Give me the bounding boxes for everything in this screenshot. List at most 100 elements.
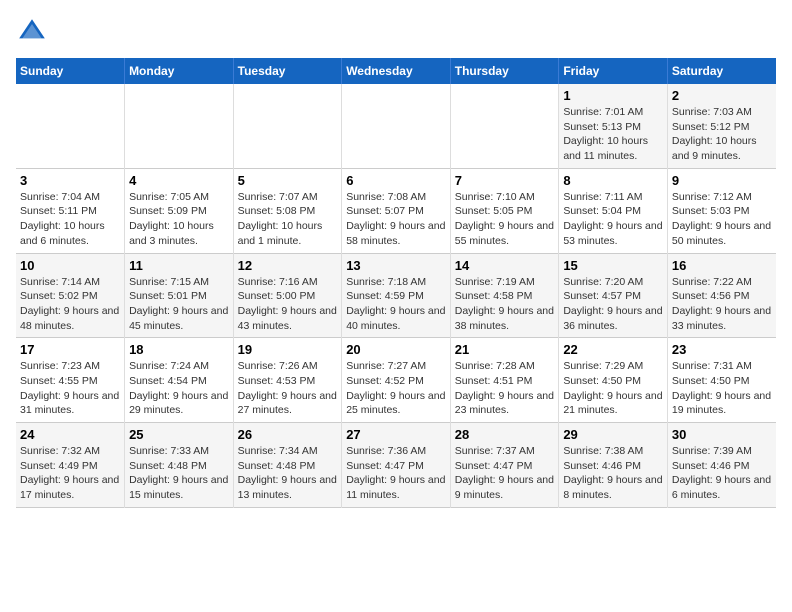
calendar-cell: 25 Sunrise: 7:33 AM Sunset: 4:48 PM Dayli…	[125, 423, 234, 508]
logo-icon	[16, 16, 48, 48]
calendar-cell: 24 Sunrise: 7:32 AM Sunset: 4:49 PM Dayli…	[16, 423, 125, 508]
calendar-cell: 29 Sunrise: 7:38 AM Sunset: 4:46 PM Dayli…	[559, 423, 668, 508]
calendar-cell: 19 Sunrise: 7:26 AM Sunset: 4:53 PM Dayli…	[233, 338, 342, 423]
day-number: 23	[672, 342, 772, 357]
day-number: 1	[563, 88, 663, 103]
calendar-cell: 20 Sunrise: 7:27 AM Sunset: 4:52 PM Dayli…	[342, 338, 451, 423]
calendar-cell: 8Sunrise: 7:11 AM Sunset: 5:04 PM Daylig…	[559, 168, 668, 253]
day-number: 3	[20, 173, 120, 188]
weekday-header: Thursday	[450, 58, 559, 84]
calendar-cell: 17 Sunrise: 7:23 AM Sunset: 4:55 PM Dayli…	[16, 338, 125, 423]
day-number: 17	[20, 342, 120, 357]
calendar-cell: 18 Sunrise: 7:24 AM Sunset: 4:54 PM Dayli…	[125, 338, 234, 423]
calendar-cell	[450, 84, 559, 168]
day-number: 29	[563, 427, 663, 442]
day-info: Sunrise: 7:15 AM Sunset: 5:01 PM Dayligh…	[129, 275, 229, 334]
calendar-week-row: 10 Sunrise: 7:14 AM Sunset: 5:02 PM Dayli…	[16, 253, 776, 338]
day-info: Sunrise: 7:34 AM Sunset: 4:48 PM Dayligh…	[238, 444, 338, 503]
calendar-cell: 14Sunrise: 7:19 AM Sunset: 4:58 PM Dayli…	[450, 253, 559, 338]
day-number: 11	[129, 258, 229, 273]
weekday-header: Friday	[559, 58, 668, 84]
day-info: Sunrise: 7:23 AM Sunset: 4:55 PM Dayligh…	[20, 359, 120, 418]
calendar-cell: 10 Sunrise: 7:14 AM Sunset: 5:02 PM Dayli…	[16, 253, 125, 338]
calendar-cell: 28 Sunrise: 7:37 AM Sunset: 4:47 PM Dayli…	[450, 423, 559, 508]
day-number: 4	[129, 173, 229, 188]
day-info: Sunrise: 7:32 AM Sunset: 4:49 PM Dayligh…	[20, 444, 120, 503]
calendar-cell: 26 Sunrise: 7:34 AM Sunset: 4:48 PM Dayli…	[233, 423, 342, 508]
day-info: Sunrise: 7:05 AM Sunset: 5:09 PM Dayligh…	[129, 190, 229, 249]
calendar-cell: 22 Sunrise: 7:29 AM Sunset: 4:50 PM Dayli…	[559, 338, 668, 423]
calendar-cell	[233, 84, 342, 168]
day-number: 12	[238, 258, 338, 273]
calendar-cell: 9 Sunrise: 7:12 AM Sunset: 5:03 PM Daylig…	[667, 168, 776, 253]
weekday-header: Wednesday	[342, 58, 451, 84]
day-number: 24	[20, 427, 120, 442]
day-number: 28	[455, 427, 555, 442]
day-info: Sunrise: 7:19 AM Sunset: 4:58 PM Dayligh…	[455, 275, 555, 334]
calendar-cell: 15 Sunrise: 7:20 AM Sunset: 4:57 PM Dayli…	[559, 253, 668, 338]
day-info: Sunrise: 7:31 AM Sunset: 4:50 PM Dayligh…	[672, 359, 772, 418]
calendar-cell	[16, 84, 125, 168]
day-number: 2	[672, 88, 772, 103]
day-number: 22	[563, 342, 663, 357]
calendar-cell	[125, 84, 234, 168]
day-number: 27	[346, 427, 446, 442]
day-info: Sunrise: 7:12 AM Sunset: 5:03 PM Dayligh…	[672, 190, 772, 249]
calendar-cell	[342, 84, 451, 168]
day-number: 20	[346, 342, 446, 357]
day-info: Sunrise: 7:14 AM Sunset: 5:02 PM Dayligh…	[20, 275, 120, 334]
day-info: Sunrise: 7:36 AM Sunset: 4:47 PM Dayligh…	[346, 444, 446, 503]
day-info: Sunrise: 7:33 AM Sunset: 4:48 PM Dayligh…	[129, 444, 229, 503]
weekday-header: Sunday	[16, 58, 125, 84]
day-info: Sunrise: 7:03 AM Sunset: 5:12 PM Dayligh…	[672, 105, 772, 164]
calendar-cell: 6Sunrise: 7:08 AM Sunset: 5:07 PM Daylig…	[342, 168, 451, 253]
logo	[16, 16, 52, 48]
calendar-cell: 12 Sunrise: 7:16 AM Sunset: 5:00 PM Dayli…	[233, 253, 342, 338]
day-number: 18	[129, 342, 229, 357]
day-info: Sunrise: 7:16 AM Sunset: 5:00 PM Dayligh…	[238, 275, 338, 334]
day-info: Sunrise: 7:29 AM Sunset: 4:50 PM Dayligh…	[563, 359, 663, 418]
calendar-cell: 21Sunrise: 7:28 AM Sunset: 4:51 PM Dayli…	[450, 338, 559, 423]
day-number: 15	[563, 258, 663, 273]
day-info: Sunrise: 7:28 AM Sunset: 4:51 PM Dayligh…	[455, 359, 555, 418]
day-info: Sunrise: 7:27 AM Sunset: 4:52 PM Dayligh…	[346, 359, 446, 418]
day-info: Sunrise: 7:20 AM Sunset: 4:57 PM Dayligh…	[563, 275, 663, 334]
calendar-week-row: 17 Sunrise: 7:23 AM Sunset: 4:55 PM Dayli…	[16, 338, 776, 423]
calendar-cell: 30Sunrise: 7:39 AM Sunset: 4:46 PM Dayli…	[667, 423, 776, 508]
calendar-cell: 2 Sunrise: 7:03 AM Sunset: 5:12 PM Daylig…	[667, 84, 776, 168]
day-info: Sunrise: 7:24 AM Sunset: 4:54 PM Dayligh…	[129, 359, 229, 418]
day-info: Sunrise: 7:37 AM Sunset: 4:47 PM Dayligh…	[455, 444, 555, 503]
day-number: 5	[238, 173, 338, 188]
day-number: 10	[20, 258, 120, 273]
day-info: Sunrise: 7:26 AM Sunset: 4:53 PM Dayligh…	[238, 359, 338, 418]
calendar-cell: 3Sunrise: 7:04 AM Sunset: 5:11 PM Daylig…	[16, 168, 125, 253]
day-info: Sunrise: 7:22 AM Sunset: 4:56 PM Dayligh…	[672, 275, 772, 334]
calendar-week-row: 24 Sunrise: 7:32 AM Sunset: 4:49 PM Dayli…	[16, 423, 776, 508]
day-info: Sunrise: 7:10 AM Sunset: 5:05 PM Dayligh…	[455, 190, 555, 249]
calendar-cell: 16 Sunrise: 7:22 AM Sunset: 4:56 PM Dayli…	[667, 253, 776, 338]
calendar-cell: 4 Sunrise: 7:05 AM Sunset: 5:09 PM Daylig…	[125, 168, 234, 253]
day-number: 19	[238, 342, 338, 357]
day-info: Sunrise: 7:38 AM Sunset: 4:46 PM Dayligh…	[563, 444, 663, 503]
day-number: 26	[238, 427, 338, 442]
calendar-cell: 5 Sunrise: 7:07 AM Sunset: 5:08 PM Daylig…	[233, 168, 342, 253]
header	[16, 16, 776, 48]
weekday-row: SundayMondayTuesdayWednesdayThursdayFrid…	[16, 58, 776, 84]
calendar-cell: 7Sunrise: 7:10 AM Sunset: 5:05 PM Daylig…	[450, 168, 559, 253]
day-number: 9	[672, 173, 772, 188]
day-info: Sunrise: 7:39 AM Sunset: 4:46 PM Dayligh…	[672, 444, 772, 503]
day-number: 16	[672, 258, 772, 273]
weekday-header: Monday	[125, 58, 234, 84]
weekday-header: Tuesday	[233, 58, 342, 84]
day-number: 25	[129, 427, 229, 442]
day-number: 6	[346, 173, 446, 188]
calendar-header: SundayMondayTuesdayWednesdayThursdayFrid…	[16, 58, 776, 84]
day-info: Sunrise: 7:07 AM Sunset: 5:08 PM Dayligh…	[238, 190, 338, 249]
calendar-cell: 27 Sunrise: 7:36 AM Sunset: 4:47 PM Dayli…	[342, 423, 451, 508]
calendar-cell: 11 Sunrise: 7:15 AM Sunset: 5:01 PM Dayli…	[125, 253, 234, 338]
day-info: Sunrise: 7:18 AM Sunset: 4:59 PM Dayligh…	[346, 275, 446, 334]
day-info: Sunrise: 7:11 AM Sunset: 5:04 PM Dayligh…	[563, 190, 663, 249]
weekday-header: Saturday	[667, 58, 776, 84]
calendar-cell: 23 Sunrise: 7:31 AM Sunset: 4:50 PM Dayli…	[667, 338, 776, 423]
calendar-cell: 1Sunrise: 7:01 AM Sunset: 5:13 PM Daylig…	[559, 84, 668, 168]
